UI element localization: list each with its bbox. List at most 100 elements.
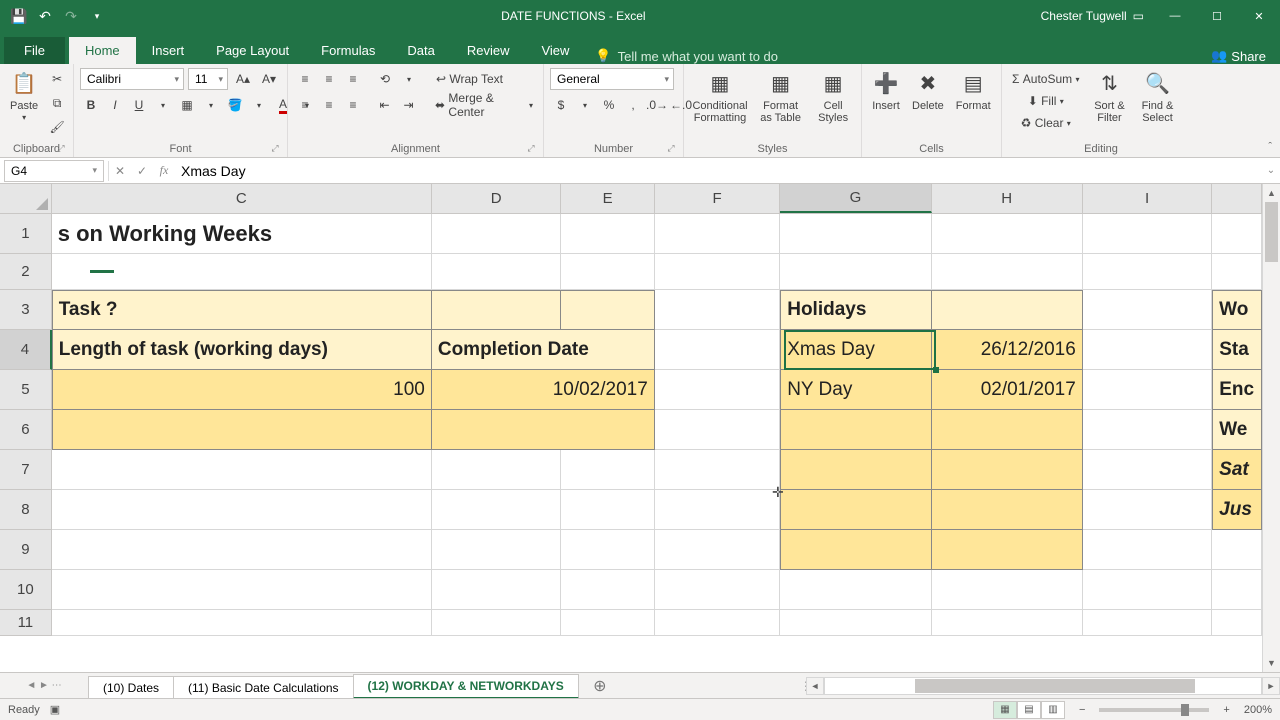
cell[interactable] [432, 570, 561, 610]
cell[interactable] [52, 254, 432, 290]
cell[interactable] [561, 450, 655, 490]
select-all-button[interactable] [0, 184, 52, 213]
format-cells-button[interactable]: ▤Format [952, 68, 995, 114]
zoom-level[interactable]: 200% [1244, 704, 1272, 716]
new-sheet-button[interactable]: ⊕ [586, 673, 614, 698]
scroll-up-button[interactable]: ▲ [1263, 184, 1280, 202]
fill-color-button[interactable]: 🪣 [224, 94, 246, 116]
redo-icon[interactable]: ↷ [60, 5, 82, 27]
cell[interactable]: NY Day [780, 370, 931, 410]
cell[interactable] [780, 530, 931, 570]
tab-page-layout[interactable]: Page Layout [200, 37, 305, 64]
cell[interactable] [1212, 254, 1262, 290]
align-center-button[interactable]: ≡ [318, 94, 340, 116]
vertical-scrollbar[interactable]: ▲ ▼ [1262, 184, 1280, 672]
zoom-out-button[interactable]: − [1075, 704, 1089, 716]
tab-view[interactable]: View [525, 37, 585, 64]
copy-button[interactable]: ⧉ [46, 92, 68, 114]
cell[interactable]: Holidays [780, 290, 931, 330]
cell[interactable] [780, 450, 931, 490]
cell[interactable] [1212, 214, 1262, 254]
undo-icon[interactable]: ↶ [34, 5, 56, 27]
row-header[interactable]: 9 [0, 530, 52, 570]
col-header-I[interactable]: I [1083, 184, 1212, 213]
cell[interactable] [780, 490, 931, 530]
vscroll-thumb[interactable] [1265, 202, 1278, 262]
borders-more-icon[interactable]: ▾ [200, 94, 222, 116]
col-header-F[interactable]: F [655, 184, 780, 213]
cell[interactable] [561, 254, 655, 290]
underline-button[interactable]: U [128, 94, 150, 116]
cell[interactable] [1212, 530, 1262, 570]
cell[interactable] [932, 214, 1083, 254]
cell-styles-button[interactable]: ▦Cell Styles [811, 68, 855, 126]
cell[interactable] [655, 330, 780, 370]
scroll-right-button[interactable]: ► [1262, 677, 1280, 695]
col-header-H[interactable]: H [932, 184, 1083, 213]
cell[interactable] [932, 530, 1083, 570]
zoom-in-button[interactable]: + [1219, 704, 1233, 716]
sheet-nav[interactable]: ◄ ► ⋯ [0, 673, 88, 698]
cell[interactable]: 02/01/2017 [932, 370, 1083, 410]
sheet-tab[interactable]: (10) Dates [88, 676, 174, 699]
cell[interactable]: Xmas Day [780, 330, 931, 370]
cell[interactable] [561, 490, 655, 530]
cell[interactable] [52, 610, 432, 636]
sort-filter-button[interactable]: ⇅Sort & Filter [1087, 68, 1131, 126]
qat-customize-icon[interactable]: ▾ [86, 5, 108, 27]
hscroll-track[interactable] [824, 677, 1262, 695]
row-header[interactable]: 1 [0, 214, 52, 254]
find-select-button[interactable]: 🔍Find & Select [1135, 68, 1179, 126]
row-header[interactable]: 8 [0, 490, 52, 530]
cell[interactable] [932, 570, 1083, 610]
decrease-font-button[interactable]: A▾ [258, 68, 280, 90]
cell[interactable] [932, 290, 1083, 330]
orientation-more-icon[interactable]: ▾ [398, 68, 420, 90]
cell[interactable] [1083, 570, 1212, 610]
clipboard-launcher[interactable]: ⤢ [55, 143, 67, 155]
cell[interactable] [780, 410, 931, 450]
account-name[interactable]: Chester Tugwell▭ [1031, 9, 1154, 23]
merge-center-button[interactable]: ⬌ Merge & Center ▾ [431, 94, 537, 116]
col-header-D[interactable]: D [432, 184, 561, 213]
cell[interactable] [432, 610, 561, 636]
col-header-C[interactable]: C [52, 184, 432, 213]
minimize-button[interactable]: — [1154, 0, 1196, 32]
cell[interactable]: 100 [52, 370, 432, 410]
cancel-formula-button[interactable]: ✕ [109, 160, 131, 182]
cell[interactable] [432, 490, 561, 530]
name-box[interactable]: G4▾ [4, 160, 104, 182]
alignment-launcher[interactable]: ⤢ [525, 143, 537, 155]
cell[interactable] [1083, 410, 1212, 450]
font-name-combo[interactable]: Calibri [80, 68, 184, 90]
tab-home[interactable]: Home [69, 37, 136, 64]
row-header[interactable]: 10 [0, 570, 52, 610]
row-header[interactable]: 7 [0, 450, 52, 490]
cell[interactable] [561, 610, 655, 636]
cell[interactable] [1083, 370, 1212, 410]
enter-formula-button[interactable]: ✓ [131, 160, 153, 182]
clear-button[interactable]: ♻ Clear ▾ [1008, 112, 1083, 134]
cell[interactable]: Sat [1212, 450, 1262, 490]
cell[interactable] [432, 410, 655, 450]
cell[interactable] [561, 214, 655, 254]
align-right-button[interactable]: ≡ [342, 94, 364, 116]
align-middle-button[interactable]: ≡ [318, 68, 340, 90]
cell[interactable]: Completion Date [432, 330, 655, 370]
cell[interactable] [1083, 290, 1212, 330]
wrap-text-button[interactable]: ↩ Wrap Text [432, 68, 507, 90]
cell[interactable] [932, 410, 1083, 450]
increase-decimal-button[interactable]: .0→ [646, 94, 668, 116]
sheet-tab[interactable]: (11) Basic Date Calculations [173, 676, 354, 699]
page-break-view-button[interactable]: ▥ [1041, 701, 1065, 719]
cell[interactable] [1083, 450, 1212, 490]
macro-record-icon[interactable]: ▣ [50, 703, 60, 716]
comma-format-button[interactable]: , [622, 94, 644, 116]
delete-cells-button[interactable]: ✖Delete [908, 68, 948, 114]
percent-format-button[interactable]: % [598, 94, 620, 116]
expand-formula-bar-button[interactable]: ⌄ [1262, 165, 1280, 176]
format-as-table-button[interactable]: ▦Format as Table [754, 68, 807, 126]
tell-me-search[interactable]: 💡Tell me what you want to do [585, 48, 788, 64]
cell[interactable] [432, 290, 561, 330]
zoom-thumb[interactable] [1181, 704, 1189, 716]
